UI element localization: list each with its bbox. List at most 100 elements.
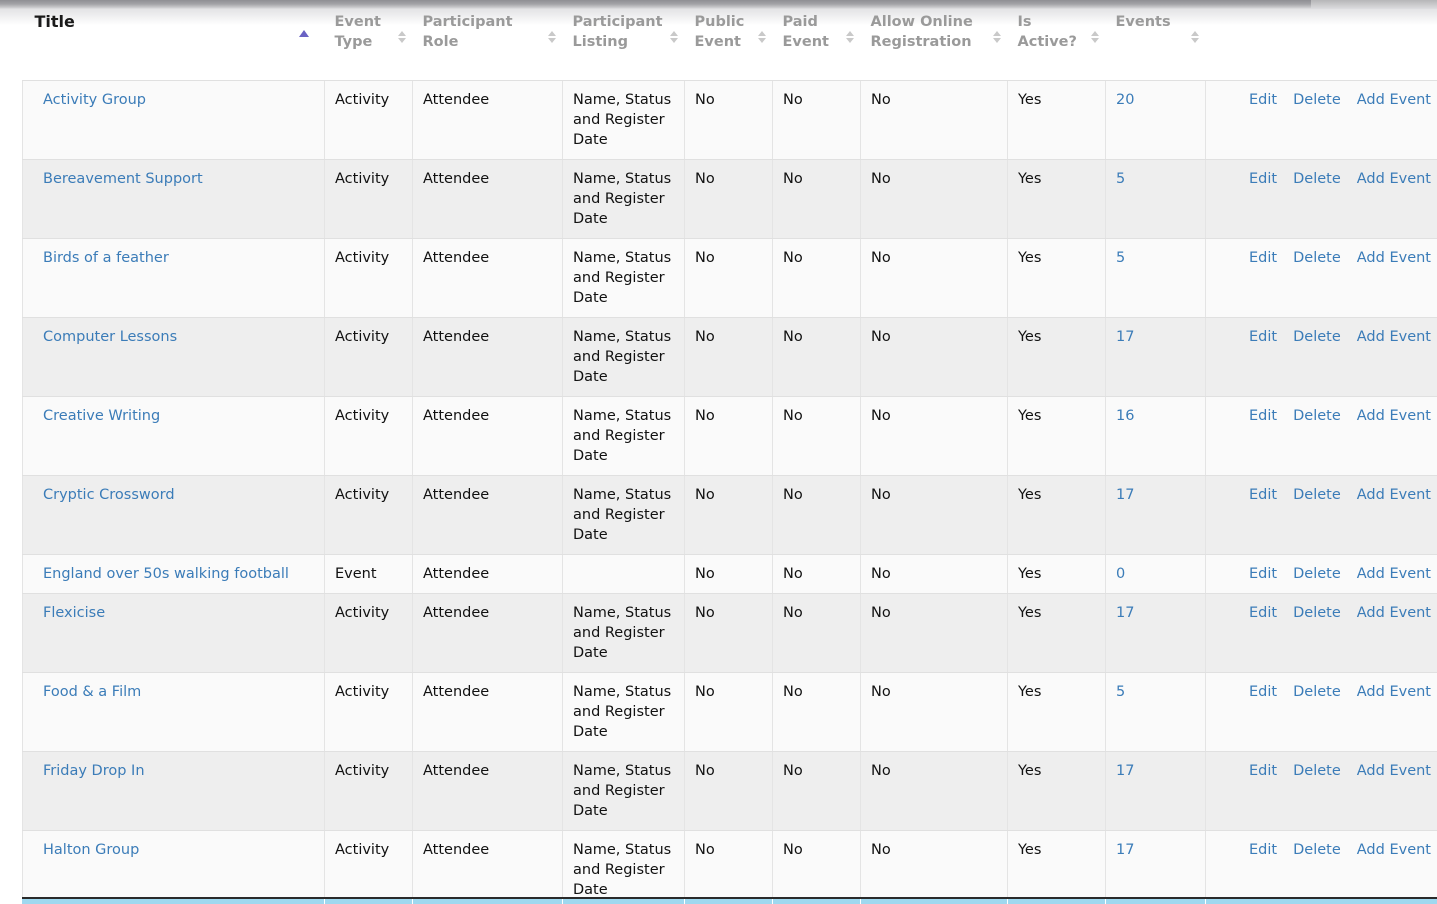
delete-link[interactable]: Delete: [1293, 171, 1341, 187]
cell-prole: Attendee: [412, 396, 563, 476]
sort-toggle-icon[interactable]: [547, 31, 557, 51]
delete-link[interactable]: Delete: [1293, 763, 1341, 779]
table-row[interactable]: Cryptic Crossword Activity Attendee Name, S…: [22, 475, 1437, 555]
table-row[interactable]: Friday Drop In Activity Attendee Name, Stat…: [22, 751, 1437, 831]
add-event-link[interactable]: Add Event: [1357, 842, 1431, 858]
column-header-prole[interactable]: Participant Role: [413, 4, 563, 62]
column-header-paid[interactable]: Paid Event: [773, 4, 861, 62]
sort-toggle-icon[interactable]: [669, 31, 679, 51]
delete-link[interactable]: Delete: [1293, 566, 1341, 582]
table-body: Activity Group Activity Attendee Name, Stat…: [22, 62, 1437, 904]
edit-link[interactable]: Edit: [1249, 605, 1277, 621]
edit-link[interactable]: Edit: [1249, 250, 1277, 266]
edit-link[interactable]: Edit: [1249, 487, 1277, 503]
cell-prole: Attendee: [412, 593, 563, 673]
row-title-link[interactable]: Birds of a feather: [43, 250, 169, 266]
cell-value: No: [695, 842, 715, 858]
add-event-link[interactable]: Add Event: [1357, 250, 1431, 266]
row-title-link[interactable]: Flexicise: [43, 605, 105, 621]
row-title-link[interactable]: Friday Drop In: [43, 763, 145, 779]
row-title-link[interactable]: Food & a Film: [43, 684, 141, 700]
column-header-etype[interactable]: Event Type: [325, 4, 413, 62]
edit-link[interactable]: Edit: [1249, 171, 1277, 187]
row-events-count-link[interactable]: 17: [1116, 329, 1134, 345]
selected-row-partial[interactable]: [22, 897, 1437, 904]
add-event-link[interactable]: Add Event: [1357, 329, 1431, 345]
table-row[interactable]: Food & a Film Activity Attendee Name, Statu…: [22, 672, 1437, 752]
sort-ascending-icon[interactable]: [298, 30, 309, 37]
delete-link[interactable]: Delete: [1293, 605, 1341, 621]
row-events-count-link[interactable]: 5: [1116, 250, 1125, 266]
sort-toggle-icon[interactable]: [1190, 31, 1200, 51]
table-row[interactable]: Flexicise Activity Attendee Name, Status an…: [22, 593, 1437, 673]
column-header-public[interactable]: Public Event: [685, 4, 773, 62]
delete-link[interactable]: Delete: [1293, 842, 1341, 858]
edit-link[interactable]: Edit: [1249, 684, 1277, 700]
sort-toggle-icon[interactable]: [1090, 31, 1100, 51]
cell-events: 17: [1105, 830, 1206, 904]
row-actions-cell: Edit Delete Add Event: [1205, 751, 1437, 831]
row-title-link[interactable]: Bereavement Support: [43, 171, 203, 187]
delete-link[interactable]: Delete: [1293, 250, 1341, 266]
column-header-online[interactable]: Allow Online Registration: [861, 4, 1008, 62]
sort-toggle-icon[interactable]: [397, 31, 407, 51]
table-row[interactable]: Halton Group Activity Attendee Name, Status…: [22, 830, 1437, 904]
edit-link[interactable]: Edit: [1249, 842, 1277, 858]
add-event-link[interactable]: Add Event: [1357, 408, 1431, 424]
add-event-link[interactable]: Add Event: [1357, 92, 1431, 108]
table-row[interactable]: Computer Lessons Activity Attendee Name, St…: [22, 317, 1437, 397]
row-title-link[interactable]: Creative Writing: [43, 408, 160, 424]
column-header-label: Allow Online Registration: [870, 14, 973, 50]
row-title-link[interactable]: Activity Group: [43, 92, 146, 108]
column-header-title[interactable]: Title: [23, 4, 325, 62]
table-row[interactable]: Creative Writing Activity Attendee Name, St…: [22, 396, 1437, 476]
cell-online: No: [860, 238, 1008, 318]
row-title-link[interactable]: Cryptic Crossword: [43, 487, 175, 503]
add-event-link[interactable]: Add Event: [1357, 171, 1431, 187]
edit-link[interactable]: Edit: [1249, 763, 1277, 779]
add-event-link[interactable]: Add Event: [1357, 566, 1431, 582]
row-title-link[interactable]: Halton Group: [43, 842, 139, 858]
table-row[interactable]: Activity Group Activity Attendee Name, Stat…: [22, 80, 1437, 160]
edit-link[interactable]: Edit: [1249, 408, 1277, 424]
row-events-count-link[interactable]: 17: [1116, 487, 1134, 503]
row-events-count-link[interactable]: 0: [1116, 566, 1125, 582]
delete-link[interactable]: Delete: [1293, 92, 1341, 108]
add-event-link[interactable]: Add Event: [1357, 684, 1431, 700]
row-title-link[interactable]: Computer Lessons: [43, 329, 177, 345]
row-events-count-link[interactable]: 16: [1116, 408, 1134, 424]
table-row[interactable]: Birds of a feather Activity Attendee Name, …: [22, 238, 1437, 318]
table-row[interactable]: England over 50s walking football Event At…: [22, 554, 1437, 594]
column-header-plist[interactable]: Participant Listing: [563, 4, 685, 62]
column-header-label: Title: [34, 12, 75, 31]
row-events-count-link[interactable]: 20: [1116, 92, 1134, 108]
row-events-count-link[interactable]: 17: [1116, 763, 1134, 779]
row-events-count-link[interactable]: 17: [1116, 605, 1134, 621]
cell-active: Yes: [1007, 80, 1106, 160]
delete-link[interactable]: Delete: [1293, 329, 1341, 345]
sort-toggle-icon[interactable]: [992, 31, 1002, 51]
cell-value: Name, Status and Register Date: [573, 329, 672, 385]
add-event-link[interactable]: Add Event: [1357, 763, 1431, 779]
row-events-count-link[interactable]: 17: [1116, 842, 1134, 858]
add-event-link[interactable]: Add Event: [1357, 487, 1431, 503]
cell-value: No: [783, 250, 803, 266]
row-events-count-link[interactable]: 5: [1116, 171, 1125, 187]
sort-toggle-icon[interactable]: [845, 31, 855, 51]
row-events-count-link[interactable]: 5: [1116, 684, 1125, 700]
table-row[interactable]: Bereavement Support Activity Attendee Name,…: [22, 159, 1437, 239]
row-title-link[interactable]: England over 50s walking football: [43, 566, 289, 582]
delete-link[interactable]: Delete: [1293, 408, 1341, 424]
column-header-events[interactable]: Events: [1106, 4, 1206, 62]
delete-link[interactable]: Delete: [1293, 684, 1341, 700]
cell-events: 20: [1105, 80, 1206, 160]
add-event-link[interactable]: Add Event: [1357, 605, 1431, 621]
edit-link[interactable]: Edit: [1249, 92, 1277, 108]
column-header-active[interactable]: Is Active?: [1008, 4, 1106, 62]
delete-link[interactable]: Delete: [1293, 487, 1341, 503]
cell-value: No: [695, 684, 715, 700]
edit-link[interactable]: Edit: [1249, 566, 1277, 582]
cell-title: Bereavement Support: [22, 159, 325, 239]
edit-link[interactable]: Edit: [1249, 329, 1277, 345]
sort-toggle-icon[interactable]: [757, 31, 767, 51]
